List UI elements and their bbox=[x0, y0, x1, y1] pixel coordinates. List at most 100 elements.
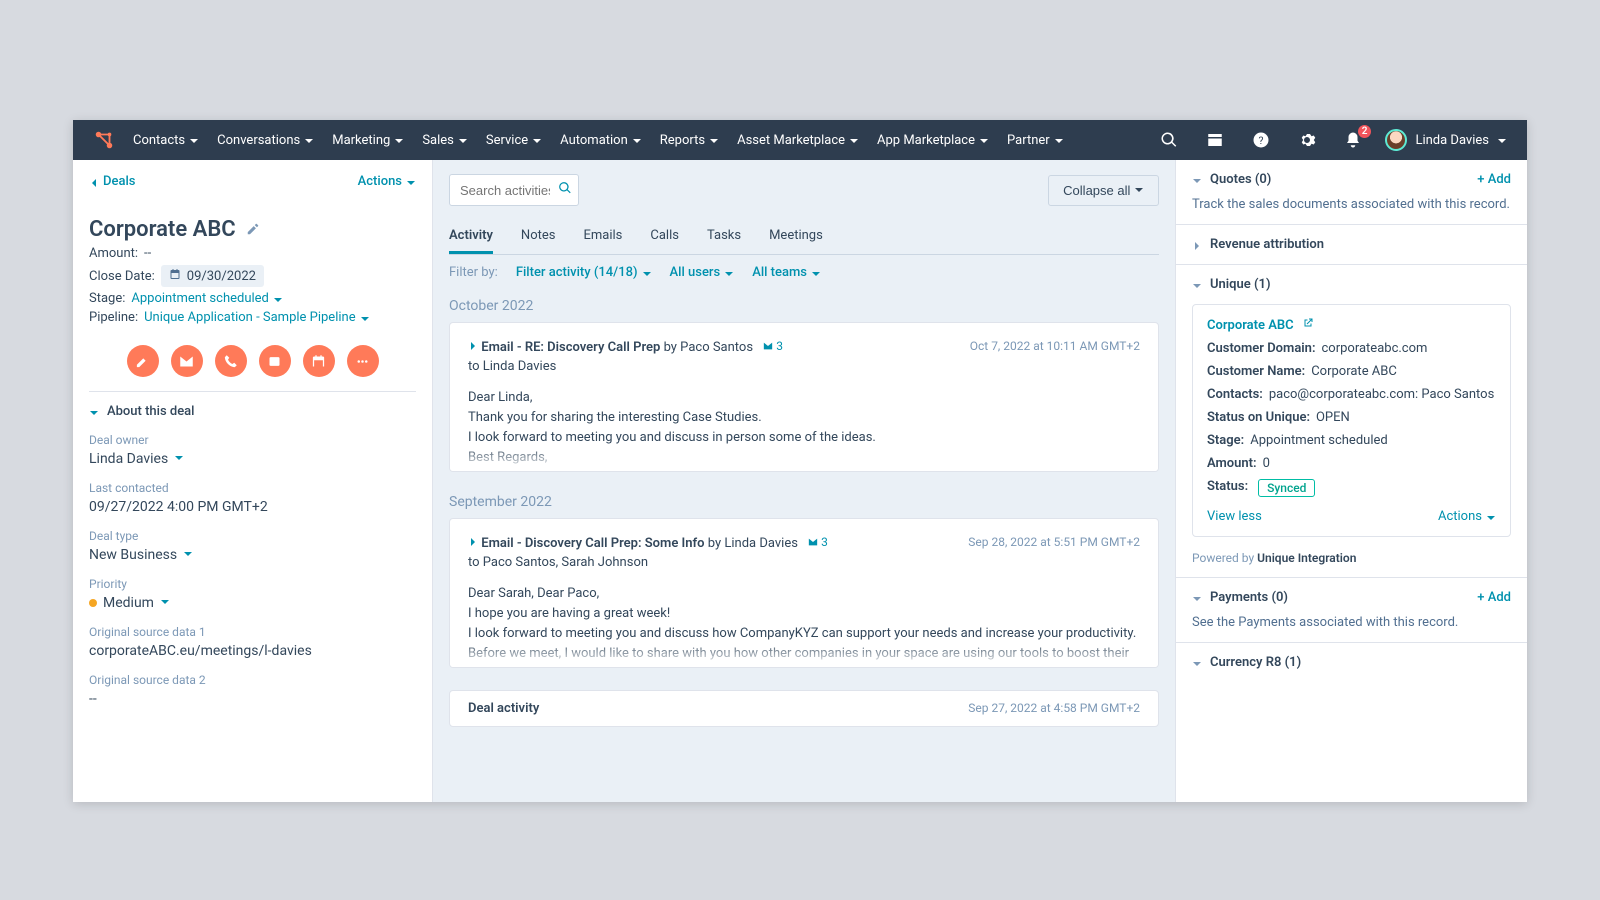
note-action[interactable] bbox=[127, 345, 159, 377]
settings-icon[interactable] bbox=[1293, 131, 1321, 149]
meeting-action[interactable] bbox=[303, 345, 335, 377]
user-name: Linda Davies bbox=[1415, 133, 1489, 148]
powered-by: Powered by Unique Integration bbox=[1192, 551, 1511, 565]
filter-teams[interactable]: All teams bbox=[752, 265, 821, 280]
osd2-label: Original source data 2 bbox=[89, 673, 416, 687]
hubspot-logo-icon[interactable] bbox=[93, 129, 115, 151]
activity-card[interactable]: Deal activity Sep 27, 2022 at 4:58 PM GM… bbox=[449, 690, 1159, 727]
user-menu[interactable]: Linda Davies bbox=[1385, 129, 1507, 151]
expand-icon[interactable] bbox=[468, 536, 478, 546]
owner-value[interactable]: Linda Davies bbox=[89, 451, 416, 467]
email-action[interactable] bbox=[171, 345, 203, 377]
filter-by-label: Filter by: bbox=[449, 265, 498, 280]
card-title: Email - RE: Discovery Call Prep by Paco … bbox=[481, 340, 753, 355]
card-timestamp: Sep 28, 2022 at 5:51 PM GMT+2 bbox=[968, 535, 1140, 549]
amount-value: -- bbox=[144, 246, 151, 261]
deal-title: Corporate ABC bbox=[89, 217, 236, 242]
collapse-all-button[interactable]: Collapse all bbox=[1048, 175, 1159, 206]
payments-desc: See the Payments associated with this re… bbox=[1192, 615, 1511, 630]
activity-card[interactable]: Email - Discovery Call Prep: Some Info b… bbox=[449, 518, 1159, 668]
unique-actions-menu[interactable]: Actions bbox=[1438, 509, 1496, 524]
about-deal-section[interactable]: About this deal bbox=[89, 391, 416, 419]
task-action[interactable] bbox=[259, 345, 291, 377]
search-icon[interactable] bbox=[1155, 131, 1183, 149]
nav-marketing[interactable]: Marketing bbox=[332, 133, 404, 148]
quick-actions bbox=[89, 345, 416, 377]
month-group: September 2022 bbox=[449, 494, 1159, 510]
owner-label: Deal owner bbox=[89, 433, 416, 447]
nav-reports[interactable]: Reports bbox=[660, 133, 719, 148]
card-title: Email - Discovery Call Prep: Some Info b… bbox=[481, 536, 798, 551]
left-pane: Deals Actions Corporate ABC Amount: -- C… bbox=[73, 160, 433, 802]
add-quote-button[interactable]: + Add bbox=[1477, 172, 1511, 187]
nav-asset-marketplace[interactable]: Asset Marketplace bbox=[737, 133, 859, 148]
call-action[interactable] bbox=[215, 345, 247, 377]
edit-title-icon[interactable] bbox=[246, 217, 260, 242]
caret-down-icon bbox=[406, 177, 416, 187]
deal-type-label: Deal type bbox=[89, 529, 416, 543]
card-timestamp: Sep 27, 2022 at 4:58 PM GMT+2 bbox=[968, 701, 1140, 715]
external-link-icon[interactable] bbox=[1302, 317, 1314, 333]
quotes-desc: Track the sales documents associated wit… bbox=[1192, 197, 1511, 212]
chevron-down-icon bbox=[89, 407, 99, 417]
close-date-label: Close Date: bbox=[89, 269, 155, 284]
close-date-field[interactable]: 09/30/2022 bbox=[161, 265, 264, 287]
nav-automation[interactable]: Automation bbox=[560, 133, 642, 148]
pipeline-value[interactable]: Unique Application - Sample Pipeline bbox=[144, 310, 370, 325]
notifications-icon[interactable]: 2 bbox=[1339, 131, 1367, 149]
nav-service[interactable]: Service bbox=[486, 133, 542, 148]
more-actions[interactable] bbox=[347, 345, 379, 377]
tab-tasks[interactable]: Tasks bbox=[707, 220, 741, 254]
expand-icon[interactable] bbox=[468, 340, 478, 350]
osd1-value: corporateABC.eu/meetings/l-davies bbox=[89, 643, 416, 659]
priority-value[interactable]: Medium bbox=[89, 595, 416, 611]
tab-calls[interactable]: Calls bbox=[650, 220, 679, 254]
back-to-deals[interactable]: Deals bbox=[89, 174, 135, 189]
search-activities[interactable] bbox=[449, 174, 579, 206]
revenue-attribution-section[interactable]: Revenue attribution bbox=[1192, 237, 1324, 252]
nav-conversations[interactable]: Conversations bbox=[217, 133, 314, 148]
right-pane: Quotes (0) + Add Track the sales documen… bbox=[1175, 160, 1527, 802]
payments-section[interactable]: Payments (0) bbox=[1192, 590, 1288, 605]
stage-value[interactable]: Appointment scheduled bbox=[131, 291, 283, 306]
last-contacted-value: 09/27/2022 4:00 PM GMT+2 bbox=[89, 499, 416, 515]
unique-card: Corporate ABC Customer Domain:corporatea… bbox=[1192, 304, 1511, 537]
tab-notes[interactable]: Notes bbox=[521, 220, 556, 254]
thread-count[interactable]: 3 bbox=[762, 339, 783, 353]
deal-actions-menu[interactable]: Actions bbox=[358, 174, 416, 189]
status-badge: Synced bbox=[1258, 479, 1315, 497]
activity-card[interactable]: Email - RE: Discovery Call Prep by Paco … bbox=[449, 322, 1159, 472]
stage-label: Stage: bbox=[89, 291, 125, 306]
avatar-icon bbox=[1385, 129, 1407, 151]
activity-pane: Collapse all Activity Notes Emails Calls… bbox=[433, 160, 1175, 802]
nav-partner[interactable]: Partner bbox=[1007, 133, 1064, 148]
card-timestamp: Oct 7, 2022 at 10:11 AM GMT+2 bbox=[970, 339, 1140, 353]
help-icon[interactable]: ? bbox=[1247, 131, 1275, 149]
card-recipients: to Linda Davies bbox=[468, 359, 783, 374]
tab-activity[interactable]: Activity bbox=[449, 220, 493, 254]
filter-users[interactable]: All users bbox=[670, 265, 735, 280]
deal-type-value[interactable]: New Business bbox=[89, 547, 416, 563]
tab-emails[interactable]: Emails bbox=[583, 220, 622, 254]
unique-section[interactable]: Unique (1) bbox=[1192, 277, 1271, 292]
thread-count[interactable]: 3 bbox=[807, 535, 828, 549]
search-icon bbox=[558, 181, 572, 199]
quotes-section[interactable]: Quotes (0) bbox=[1192, 172, 1271, 187]
nav-app-marketplace[interactable]: App Marketplace bbox=[877, 133, 989, 148]
svg-text:?: ? bbox=[1259, 134, 1264, 147]
priority-dot-icon bbox=[89, 599, 97, 607]
view-less-link[interactable]: View less bbox=[1207, 509, 1262, 524]
marketplace-icon[interactable] bbox=[1201, 131, 1229, 149]
add-payment-button[interactable]: + Add bbox=[1477, 590, 1511, 605]
currency-section[interactable]: Currency R8 (1) bbox=[1192, 655, 1301, 670]
last-contacted-label: Last contacted bbox=[89, 481, 416, 495]
unique-card-title[interactable]: Corporate ABC bbox=[1207, 317, 1496, 333]
nav-sales[interactable]: Sales bbox=[422, 133, 468, 148]
card-title: Deal activity bbox=[468, 701, 539, 716]
nav-contacts[interactable]: Contacts bbox=[133, 133, 199, 148]
search-input[interactable] bbox=[460, 183, 550, 198]
priority-label: Priority bbox=[89, 577, 416, 591]
filter-activity[interactable]: Filter activity (14/18) bbox=[516, 265, 652, 280]
activity-tabs: Activity Notes Emails Calls Tasks Meetin… bbox=[449, 220, 1159, 255]
tab-meetings[interactable]: Meetings bbox=[769, 220, 823, 254]
